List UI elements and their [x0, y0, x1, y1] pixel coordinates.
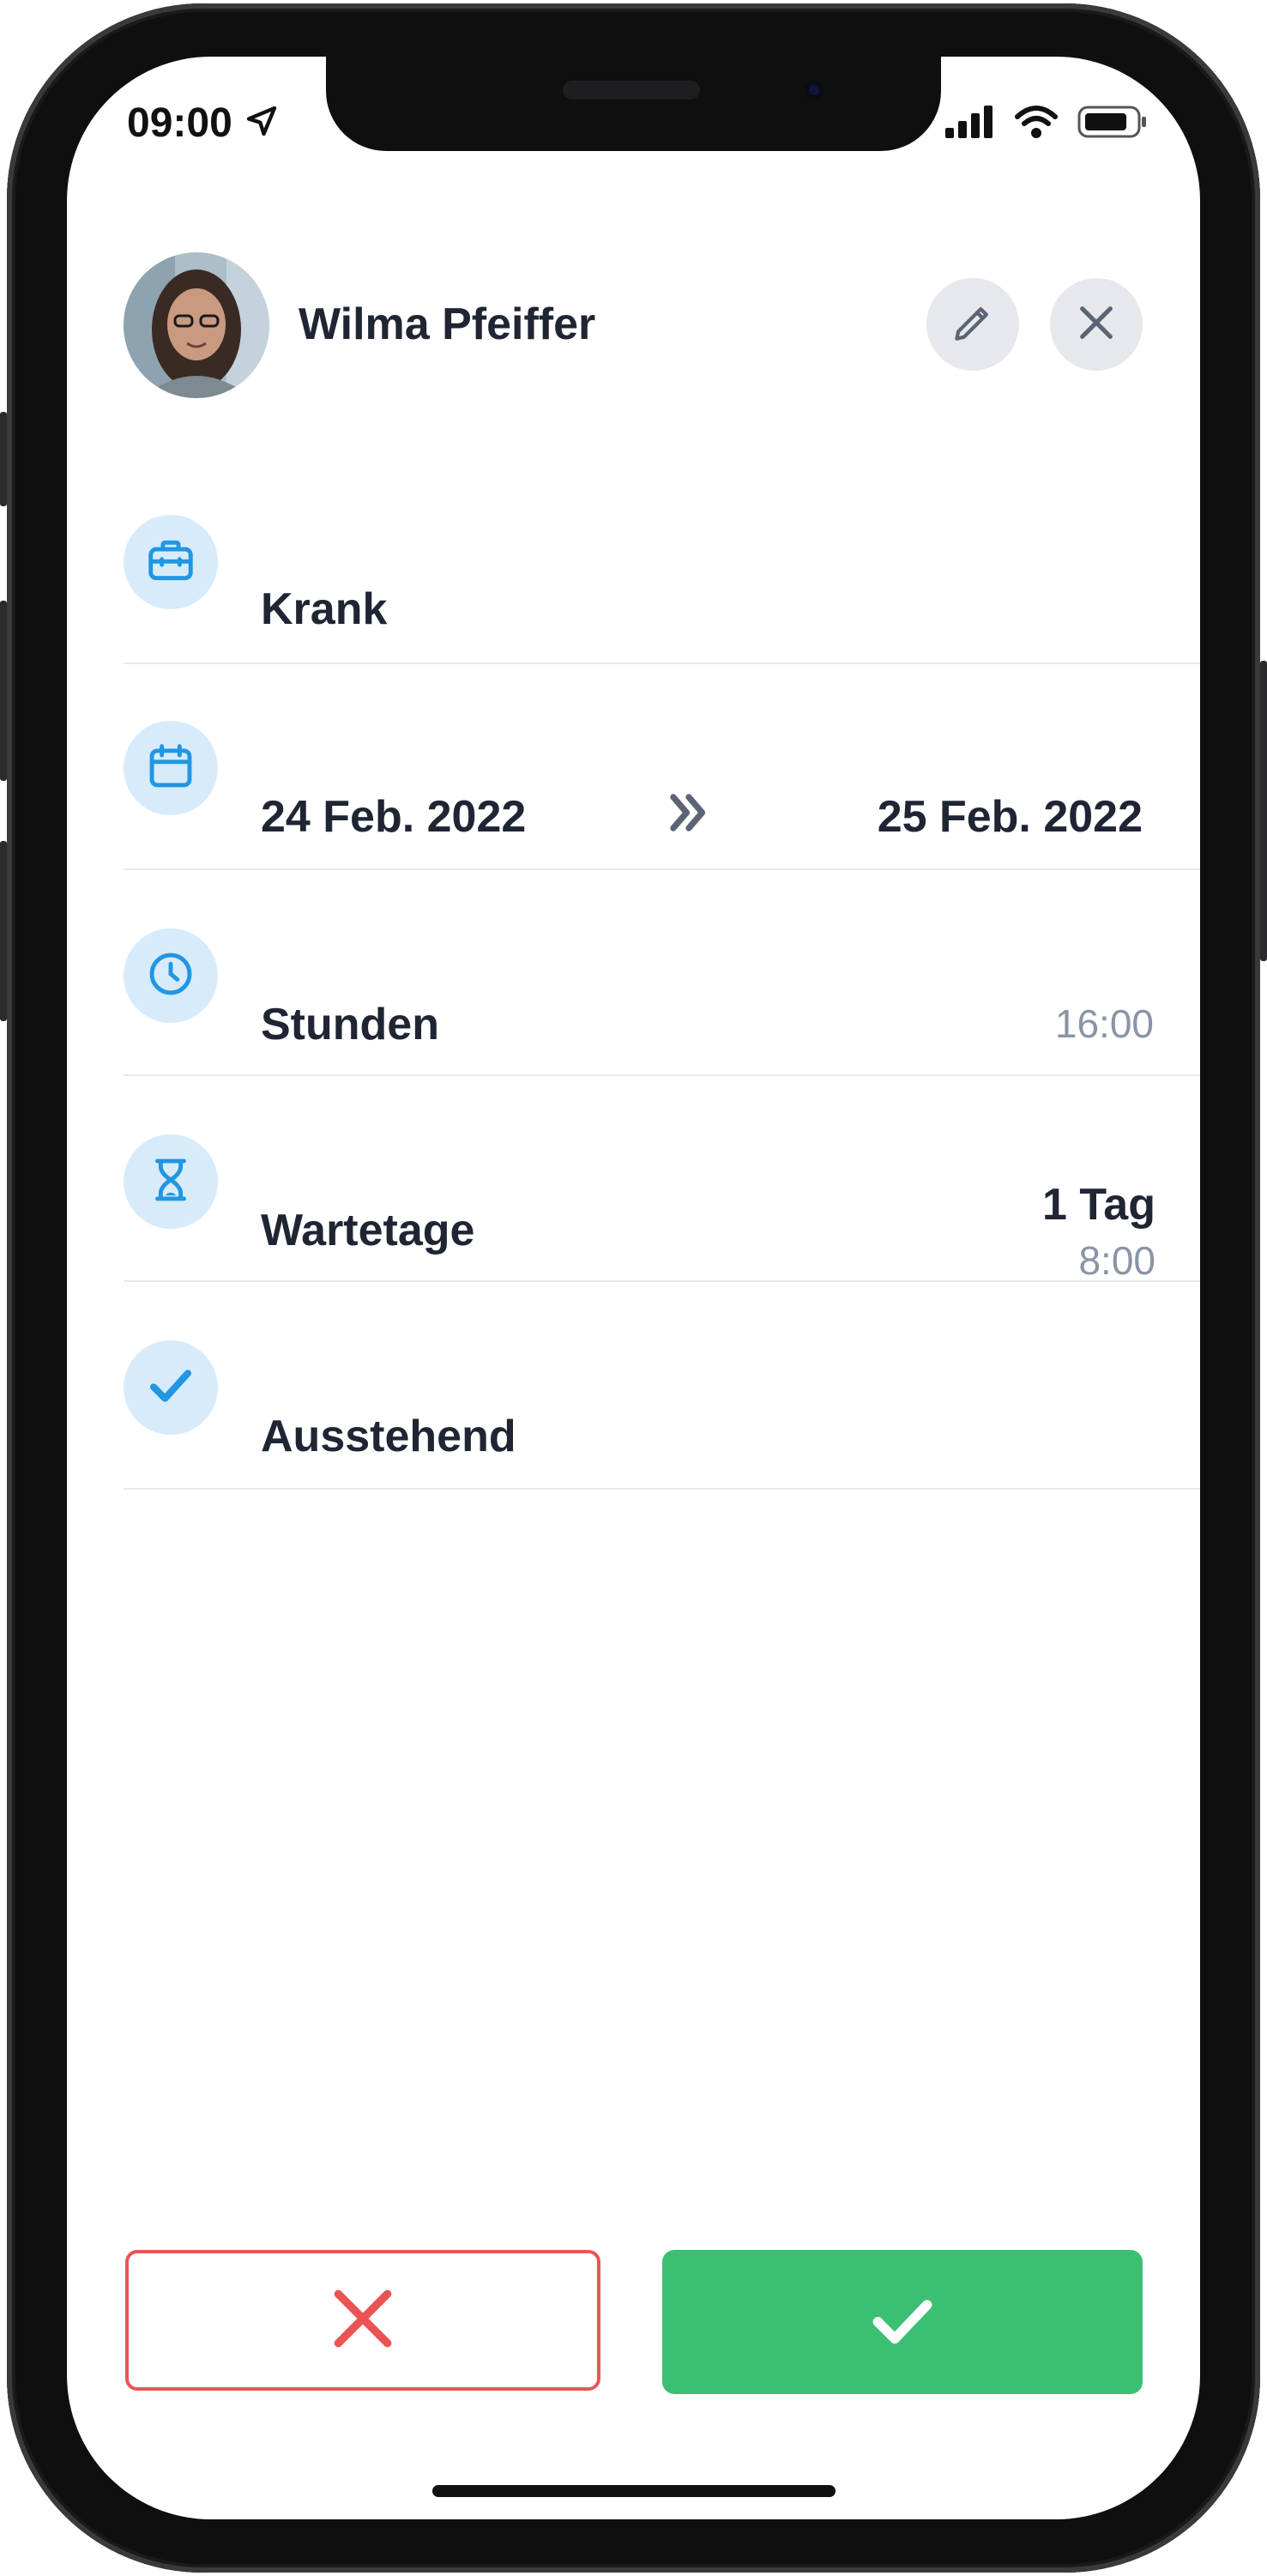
- waiting-days-value: 1 Tag: [1042, 1180, 1155, 1230]
- status-time: 09:00: [127, 100, 232, 146]
- close-button[interactable]: [1050, 278, 1143, 371]
- end-date: 25 Feb. 2022: [877, 792, 1143, 842]
- location-arrow-icon: [244, 104, 279, 142]
- front-camera: [805, 81, 824, 100]
- divider: [124, 1488, 1200, 1490]
- briefcase-icon: [144, 534, 197, 591]
- clock-icon: [144, 947, 197, 1005]
- close-icon: [1072, 299, 1120, 351]
- absence-type-label: Krank: [261, 584, 388, 634]
- status-label: Ausstehend: [261, 1412, 516, 1461]
- waiting-days-icon-circle: [124, 1134, 218, 1229]
- divider: [124, 662, 1200, 664]
- volume-down-button: [0, 841, 7, 1021]
- check-icon: [143, 1358, 198, 1418]
- waiting-days-subvalue: 8:00: [1078, 1238, 1155, 1283]
- divider: [124, 1074, 1200, 1076]
- divider: [124, 1280, 1200, 1282]
- status-bar-right: [945, 105, 1148, 143]
- approve-button[interactable]: [662, 2250, 1143, 2394]
- hours-label: Stunden: [261, 1000, 439, 1049]
- double-chevron-right-icon: [662, 786, 715, 844]
- home-indicator[interactable]: [432, 2485, 836, 2497]
- battery-icon: [1077, 105, 1148, 143]
- type-icon-circle: [124, 515, 218, 609]
- dates-icon-circle: [124, 721, 218, 815]
- user-name: Wilma Pfeiffer: [299, 299, 596, 349]
- waiting-days-label: Wartetage: [261, 1206, 475, 1255]
- reject-button[interactable]: [125, 2250, 600, 2391]
- calendar-icon: [144, 740, 197, 797]
- divider: [124, 868, 1200, 870]
- volume-up-button: [0, 601, 7, 781]
- hourglass-icon: [144, 1153, 197, 1211]
- status-bar-left: 09:00: [127, 100, 279, 147]
- signal-icon: [945, 106, 995, 142]
- pencil-icon: [949, 299, 997, 351]
- edit-button[interactable]: [926, 278, 1019, 371]
- wifi-icon: [1014, 105, 1059, 143]
- speaker-grille: [563, 81, 700, 100]
- hours-value: 16:00: [1054, 1001, 1154, 1046]
- screen: 09:00 Wilma Pfeiffer Krank 24 Feb. 2022 …: [67, 57, 1200, 2519]
- power-button: [1260, 661, 1267, 961]
- start-date: 24 Feb. 2022: [261, 792, 527, 842]
- mute-switch: [0, 412, 7, 506]
- notch: [326, 57, 941, 151]
- avatar: [124, 252, 269, 398]
- hours-icon-circle: [124, 928, 218, 1023]
- status-icon-circle: [124, 1340, 218, 1435]
- x-icon: [326, 2282, 400, 2360]
- check-icon: [866, 2283, 939, 2361]
